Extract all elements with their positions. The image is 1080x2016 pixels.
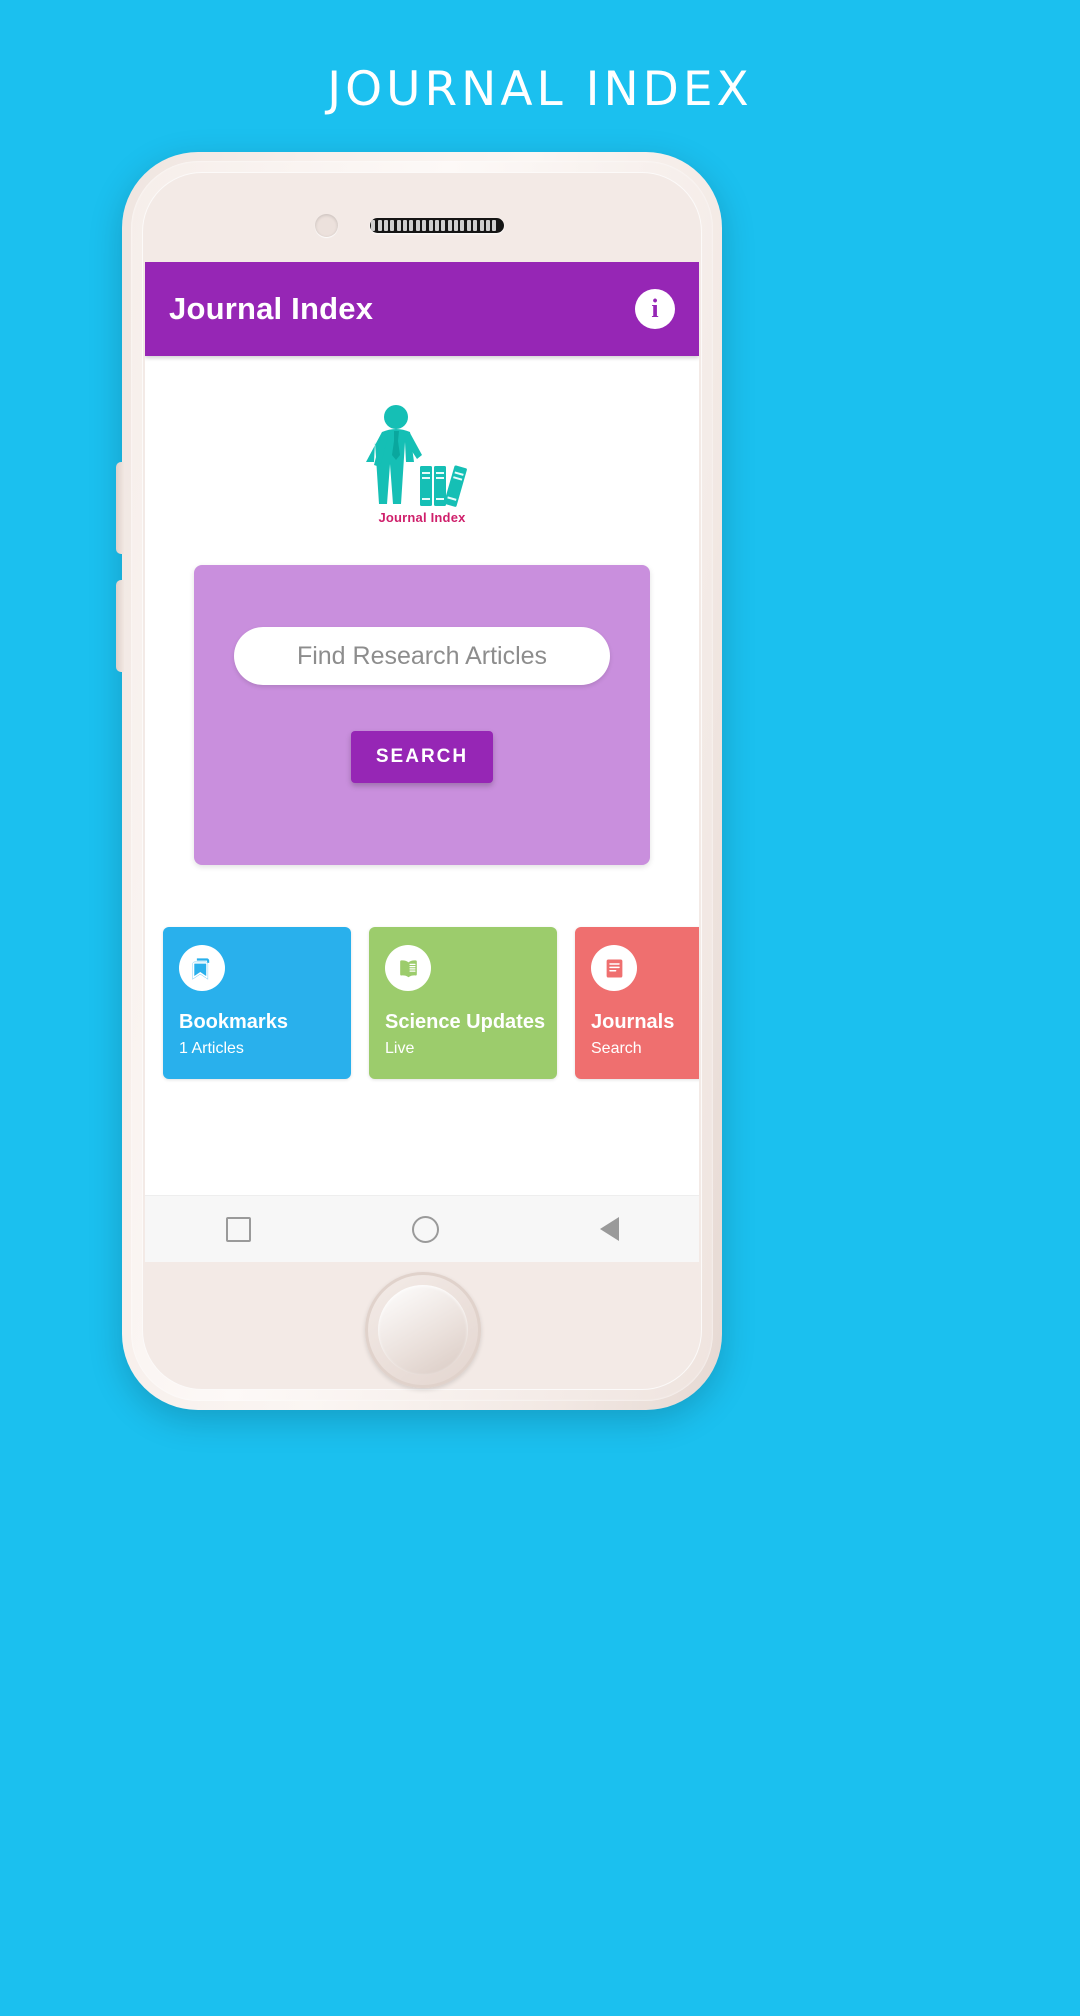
info-icon-glyph: i <box>651 294 659 323</box>
earpiece-speaker-icon <box>370 218 504 233</box>
home-button[interactable] <box>365 1272 481 1388</box>
home-icon[interactable] <box>411 1215 439 1243</box>
logo-caption: Journal Index <box>378 510 466 525</box>
category-tiles: Bookmarks 1 Articles Science Updates Liv… <box>145 927 699 1079</box>
tile-science-updates[interactable]: Science Updates Live <box>369 927 557 1079</box>
open-book-icon <box>385 945 431 991</box>
search-card: SEARCH <box>194 565 650 865</box>
app-bar: Journal Index i <box>145 262 699 356</box>
search-input[interactable] <box>234 627 610 685</box>
tile-journals[interactable]: Journals Search <box>575 927 699 1079</box>
open-book-glyph <box>399 959 417 977</box>
front-camera-icon <box>315 214 338 237</box>
tile-subtitle: 1 Articles <box>179 1040 244 1057</box>
search-button[interactable]: SEARCH <box>351 731 493 783</box>
android-nav-bar <box>145 1195 699 1262</box>
tile-title: Journals <box>591 1011 675 1033</box>
tile-title: Science Updates <box>385 1011 546 1033</box>
journals-glyph <box>606 959 622 977</box>
tile-title: Bookmarks <box>179 1011 288 1033</box>
volume-down-button <box>116 580 124 672</box>
recents-icon[interactable] <box>225 1216 251 1242</box>
back-icon[interactable] <box>599 1217 619 1241</box>
bookmarks-glyph <box>191 957 209 979</box>
tile-subtitle: Search <box>591 1040 642 1057</box>
info-icon[interactable]: i <box>635 289 675 329</box>
phone-mockup: Journal Index i Journal Index Find Resea… <box>116 152 722 1410</box>
journals-icon <box>591 945 637 991</box>
app-bar-title: Journal Index <box>169 291 374 326</box>
app-logo: Journal Index <box>145 404 699 525</box>
tile-bookmarks[interactable]: Bookmarks 1 Articles <box>163 927 351 1079</box>
page-title: Journal Index <box>327 62 753 117</box>
phone-screen: Journal Index i Journal Index Find Resea… <box>145 262 699 1262</box>
person-with-books-logo <box>366 405 467 507</box>
volume-up-button <box>116 462 124 554</box>
tile-subtitle: Live <box>385 1040 415 1057</box>
bookmarks-icon <box>179 945 225 991</box>
